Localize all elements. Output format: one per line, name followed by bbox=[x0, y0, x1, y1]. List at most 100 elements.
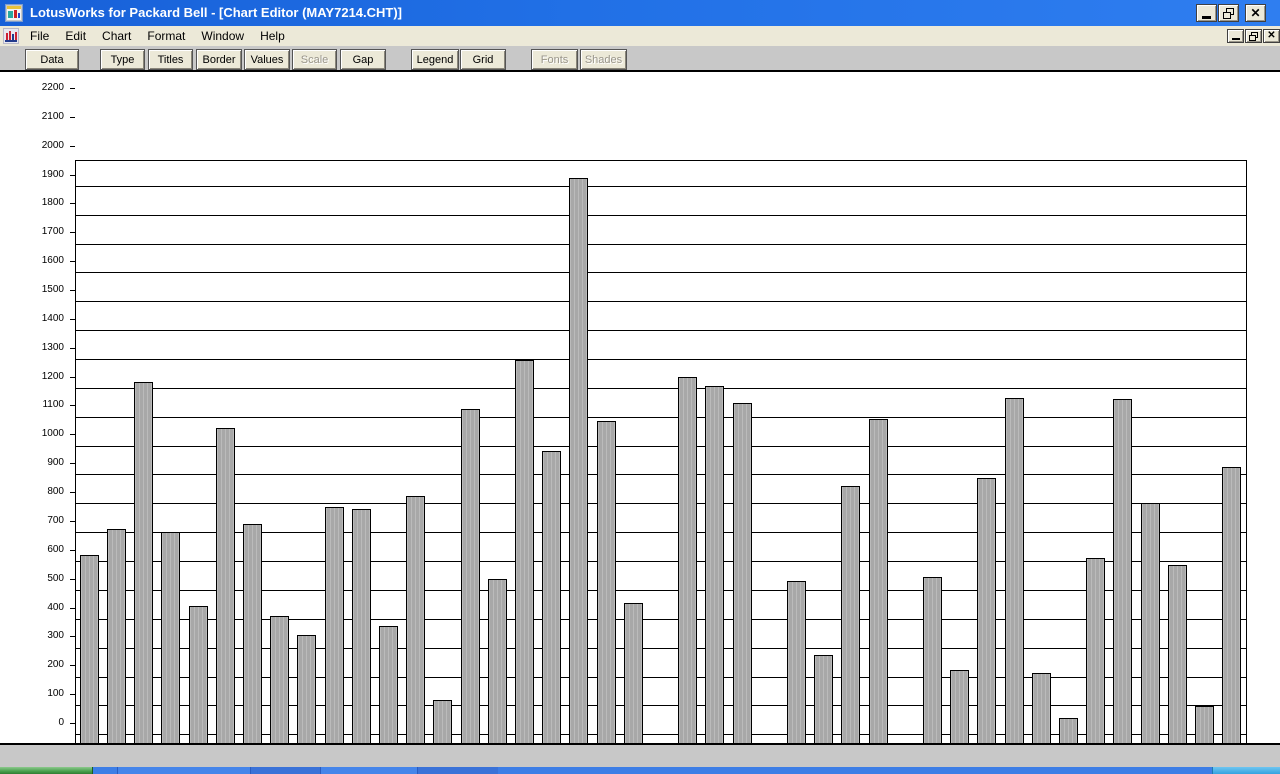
gap-button[interactable]: Gap bbox=[340, 49, 386, 70]
y-tick-label: 300 bbox=[47, 630, 64, 641]
child-close-button[interactable]: ✕ bbox=[1263, 29, 1280, 43]
shades-button: Shades bbox=[580, 49, 627, 70]
bar bbox=[1005, 398, 1024, 774]
menu-window[interactable]: Window bbox=[193, 26, 252, 46]
y-tick-label: 1100 bbox=[42, 399, 64, 410]
restore-icon bbox=[1249, 31, 1258, 41]
minimize-icon bbox=[1231, 38, 1240, 40]
y-tick bbox=[70, 203, 75, 204]
bar bbox=[1113, 399, 1132, 774]
values-button[interactable]: Values bbox=[244, 49, 290, 70]
y-tick-label: 2000 bbox=[41, 140, 64, 151]
y-tick-label: 500 bbox=[47, 573, 64, 584]
taskbar-button[interactable] bbox=[250, 767, 320, 774]
y-tick-label: 1400 bbox=[41, 313, 64, 324]
y-tick bbox=[70, 117, 75, 118]
titles-button[interactable]: Titles bbox=[148, 49, 193, 70]
grid-button[interactable]: Grid bbox=[460, 49, 506, 70]
menu-edit[interactable]: Edit bbox=[57, 26, 94, 46]
bar bbox=[542, 451, 561, 774]
bar bbox=[678, 377, 697, 774]
data-button[interactable]: Data bbox=[25, 49, 79, 70]
y-tick bbox=[70, 377, 75, 378]
bar bbox=[597, 421, 616, 774]
y-tick-label: 0 bbox=[58, 717, 64, 728]
y-tick bbox=[70, 261, 75, 262]
menu-format[interactable]: Format bbox=[139, 26, 193, 46]
restore-icon bbox=[1223, 7, 1234, 19]
gridline bbox=[76, 301, 1246, 302]
bar bbox=[161, 532, 180, 774]
y-tick-label: 1700 bbox=[41, 226, 64, 237]
bar bbox=[325, 507, 344, 774]
y-tick-label: 1800 bbox=[41, 197, 64, 208]
type-button[interactable]: Type bbox=[100, 49, 145, 70]
system-tray[interactable] bbox=[1212, 767, 1280, 774]
bar bbox=[841, 486, 860, 774]
y-tick-label: 800 bbox=[47, 486, 64, 497]
y-tick bbox=[70, 608, 75, 609]
toolbar: Data Type Titles Border Values Scale Gap… bbox=[0, 46, 1280, 70]
y-tick-label: 600 bbox=[47, 544, 64, 555]
restore-button[interactable] bbox=[1218, 4, 1239, 22]
bar bbox=[216, 428, 235, 774]
y-tick bbox=[70, 175, 75, 176]
y-tick-label: 700 bbox=[47, 515, 64, 526]
y-tick-label: 1200 bbox=[41, 371, 64, 382]
y-tick-label: 2200 bbox=[41, 82, 64, 93]
y-tick bbox=[70, 348, 75, 349]
chart-editor-canvas: 0 100 200 300 400 500 600 700 800 900 1000 1100 1200… bbox=[0, 72, 1280, 774]
y-tick-label: 1500 bbox=[41, 284, 64, 295]
taskbar[interactable] bbox=[0, 767, 1280, 774]
y-tick-label: 1300 bbox=[41, 342, 64, 353]
gridline bbox=[76, 417, 1246, 418]
y-tick-label: 400 bbox=[47, 602, 64, 613]
start-button[interactable] bbox=[0, 767, 93, 774]
border-button[interactable]: Border bbox=[196, 49, 242, 70]
legend-button[interactable]: Legend bbox=[411, 49, 459, 70]
bar bbox=[243, 524, 262, 774]
menu-items: File Edit Chart Format Window Help bbox=[22, 26, 293, 46]
y-tick-label: 1900 bbox=[41, 169, 64, 180]
gridline bbox=[76, 272, 1246, 273]
bar bbox=[134, 382, 153, 774]
bar bbox=[705, 386, 724, 774]
y-tick bbox=[70, 521, 75, 522]
gridline bbox=[76, 330, 1246, 331]
minimize-button[interactable] bbox=[1196, 4, 1217, 22]
bar bbox=[515, 360, 534, 774]
bar bbox=[1222, 467, 1241, 774]
window-bottom-strip bbox=[0, 745, 1280, 767]
bar bbox=[461, 409, 480, 774]
menu-file[interactable]: File bbox=[22, 26, 57, 46]
bar bbox=[406, 496, 425, 774]
taskbar-button[interactable] bbox=[320, 767, 417, 774]
child-minimize-button[interactable] bbox=[1227, 29, 1244, 43]
y-tick bbox=[70, 550, 75, 551]
app-icon bbox=[5, 4, 23, 22]
fonts-button: Fonts bbox=[531, 49, 578, 70]
menu-help[interactable]: Help bbox=[252, 26, 293, 46]
bar bbox=[80, 555, 99, 774]
gridline bbox=[76, 359, 1246, 360]
gridline bbox=[76, 215, 1246, 216]
gridline bbox=[76, 503, 1246, 504]
gridline bbox=[76, 186, 1246, 187]
y-tick bbox=[70, 665, 75, 666]
bar bbox=[1141, 503, 1160, 774]
menu-chart[interactable]: Chart bbox=[94, 26, 139, 46]
y-tick bbox=[70, 232, 75, 233]
taskbar-button[interactable] bbox=[117, 767, 250, 774]
y-tick bbox=[70, 579, 75, 580]
y-tick-label: 1000 bbox=[41, 428, 64, 439]
y-tick bbox=[70, 290, 75, 291]
y-tick bbox=[70, 636, 75, 637]
close-button[interactable]: ✕ bbox=[1245, 4, 1266, 22]
gridline bbox=[76, 446, 1246, 447]
child-restore-button[interactable] bbox=[1245, 29, 1262, 43]
close-icon: ✕ bbox=[1250, 6, 1261, 20]
y-tick bbox=[70, 434, 75, 435]
y-tick bbox=[70, 463, 75, 464]
taskbar-button[interactable] bbox=[417, 767, 498, 774]
y-tick bbox=[70, 146, 75, 147]
